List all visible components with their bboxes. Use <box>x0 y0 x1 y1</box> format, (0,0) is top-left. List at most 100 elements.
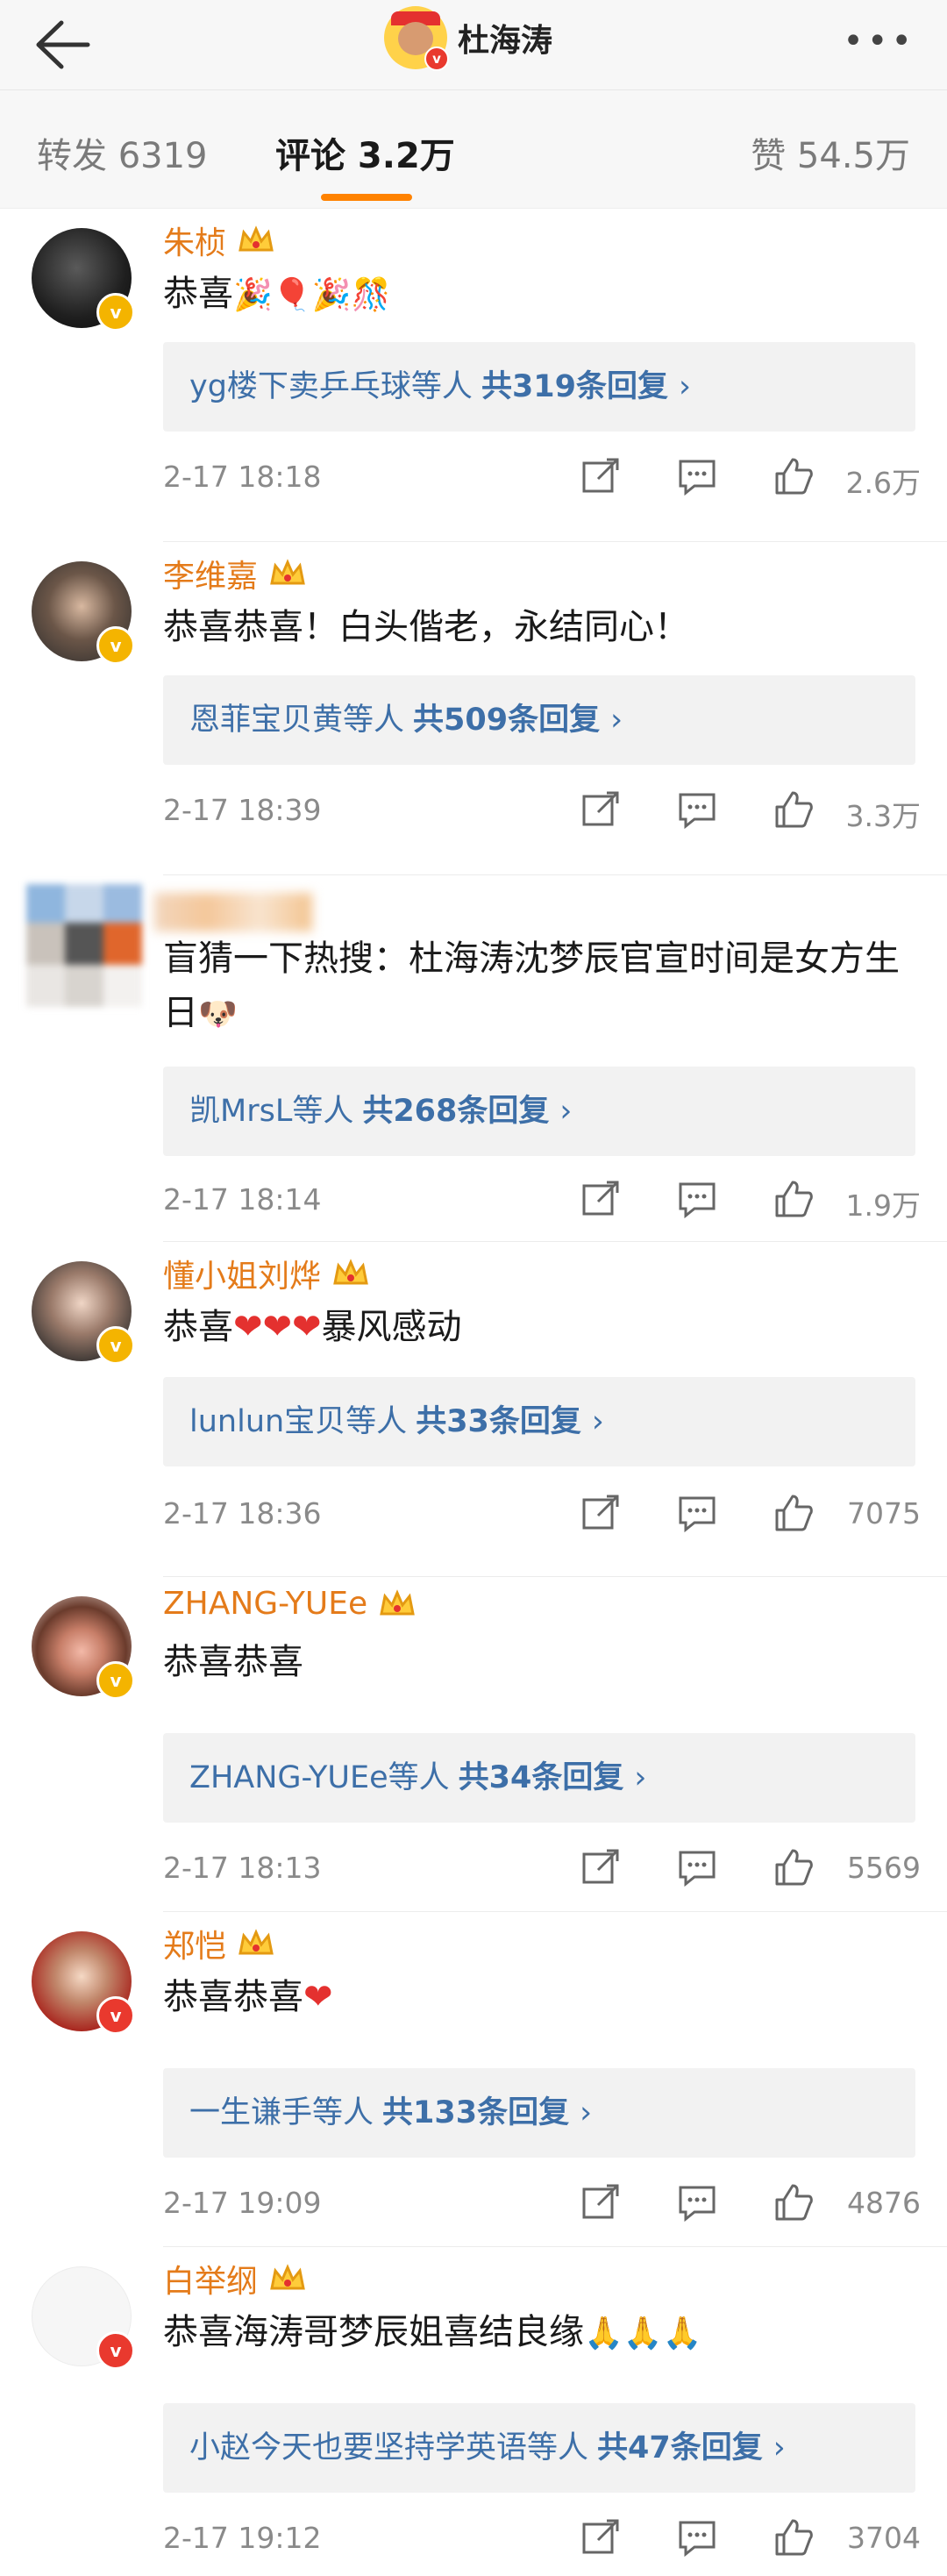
like-icon[interactable] <box>772 1845 815 1889</box>
reply-preview[interactable]: lunlun宝贝等人 共33条回复 › <box>163 1377 915 1466</box>
chevron-right-icon: › <box>591 1404 604 1439</box>
crown-icon <box>270 2264 305 2290</box>
repost-icon[interactable] <box>579 2515 623 2559</box>
avatar[interactable] <box>26 884 142 1007</box>
comment-item: 盲猜一下热搜：杜海涛沈梦辰官宣时间是女方生日🐶 凯MrsL等人 共268条回复 › … <box>0 875 947 1242</box>
like-icon[interactable] <box>772 788 815 831</box>
crown-icon <box>239 225 274 252</box>
verified-icon: v <box>96 626 135 665</box>
page-title[interactable]: v 杜海涛 <box>384 6 553 71</box>
timestamp: 2-17 19:12 <box>163 2521 322 2555</box>
chevron-right-icon: › <box>610 703 623 738</box>
username-text: 白举纲 <box>163 2264 259 2300</box>
heart-icon: ❤❤❤ <box>233 1307 322 1347</box>
emoji: 🎉🎈🎉🎊 <box>233 277 391 313</box>
title-text: 杜海涛 <box>458 23 553 59</box>
verified-icon: v <box>96 1661 135 1700</box>
tab-reposts[interactable]: 转发 6319 <box>37 127 208 178</box>
timestamp: 2-17 18:14 <box>163 1182 322 1217</box>
comment-item: v 郑恺 恭喜恭喜❤ 一生谦手等人 共133条回复 › 2-17 19:09 487… <box>0 1912 947 2247</box>
reply-preview[interactable]: yg楼下卖乒乓球等人 共319条回复 › <box>163 342 915 432</box>
like-icon[interactable] <box>772 2180 815 2224</box>
username-text: 懂小姐刘烨 <box>163 1259 322 1295</box>
comment-item: v 李维嘉 恭喜恭喜！白头偕老，永结同心！ 恩菲宝贝黄等人 共509条回复 › 2-… <box>0 542 947 875</box>
comment-icon[interactable] <box>675 1845 719 1889</box>
repost-icon[interactable] <box>579 1177 623 1221</box>
timestamp: 2-17 18:18 <box>163 460 322 494</box>
crown-icon <box>333 1259 368 1285</box>
back-arrow-icon[interactable] <box>26 14 91 75</box>
reply-preview[interactable]: 小赵今天也要坚持学英语等人 共47条回复 › <box>163 2403 915 2493</box>
comment-icon[interactable] <box>675 1177 719 1221</box>
tab-bar: 转发 6319 评论 3.2万 赞 54.5万 <box>0 90 947 209</box>
reply-preview[interactable]: 一生谦手等人 共133条回复 › <box>163 2068 915 2158</box>
like-count: 3.3万 <box>845 799 921 833</box>
chevron-right-icon: › <box>580 2095 593 2130</box>
repost-icon[interactable] <box>579 2180 623 2224</box>
username[interactable]: 李维嘉 <box>163 551 307 596</box>
timestamp: 2-17 18:36 <box>163 1496 322 1531</box>
like-icon[interactable] <box>772 1177 815 1221</box>
comment-icon[interactable] <box>675 2515 719 2559</box>
repost-icon[interactable] <box>579 788 623 831</box>
comment-text: 恭喜🎉🎈🎉🎊 <box>163 274 391 314</box>
reply-preview[interactable]: ZHANG-YUEe等人 共34条回复 › <box>163 1733 915 1823</box>
chevron-right-icon: › <box>634 1760 647 1795</box>
action-row: 4876 <box>579 2180 921 2233</box>
repost-icon[interactable] <box>579 1845 623 1889</box>
praying-hands-icon: 🙏🙏🙏 <box>584 2316 702 2351</box>
username[interactable]: 郑恺 <box>163 1921 275 1966</box>
username[interactable]: 白举纲 <box>163 2256 307 2301</box>
username[interactable] <box>154 893 312 931</box>
like-icon[interactable] <box>772 2515 815 2559</box>
comment-text: 盲猜一下热搜：杜海涛沈梦辰官宣时间是女方生日🐶 <box>163 938 900 1033</box>
like-count: 7075 <box>847 1496 921 1531</box>
top-bar: v 杜海涛 ••• <box>0 0 947 90</box>
like-icon[interactable] <box>772 454 815 498</box>
like-count: 1.9万 <box>845 1188 921 1223</box>
like-icon[interactable] <box>772 1491 815 1535</box>
comment-text: 恭喜恭喜❤ <box>163 1977 333 2017</box>
username-text: ZHANG-YUEe <box>163 1586 368 1622</box>
action-row: 5569 <box>579 1845 921 1898</box>
username-text: 郑恺 <box>163 1929 227 1965</box>
comment-icon[interactable] <box>675 1491 719 1535</box>
active-tab-indicator <box>321 194 412 201</box>
chevron-right-icon: › <box>773 2430 786 2465</box>
action-row: 1.9万 <box>579 1177 921 1230</box>
like-count: 3704 <box>847 2521 921 2555</box>
username-text: 朱桢 <box>163 225 227 261</box>
comment-icon[interactable] <box>675 2180 719 2224</box>
comment-item: v 懂小姐刘烨 恭喜❤❤❤暴风感动 lunlun宝贝等人 共33条回复 › 2-17… <box>0 1242 947 1577</box>
verified-icon: v <box>96 1996 135 2035</box>
crown-icon <box>380 1588 415 1615</box>
comment-item: v ZHANG-YUEe 恭喜恭喜 ZHANG-YUEe等人 共34条回复 › 2-… <box>0 1577 947 1912</box>
tab-comments[interactable]: 评论 3.2万 <box>275 127 455 178</box>
comment-icon[interactable] <box>675 454 719 498</box>
crown-icon <box>239 1929 274 1955</box>
reply-preview[interactable]: 凯MrsL等人 共268条回复 › <box>163 1067 915 1156</box>
like-count: 4876 <box>847 2186 921 2220</box>
username[interactable]: ZHANG-YUEe <box>163 1586 417 1622</box>
comment-text: 恭喜❤❤❤暴风感动 <box>163 1307 462 1347</box>
verified-icon: v <box>424 46 449 71</box>
username-text: 李维嘉 <box>163 559 259 595</box>
comment-item: v 白举纲 恭喜海涛哥梦辰姐喜结良缘🙏🙏🙏 小赵今天也要坚持学英语等人 共47条回… <box>0 2247 947 2576</box>
action-row: 2.6万 <box>579 454 921 507</box>
tab-likes[interactable]: 赞 54.5万 <box>751 127 910 178</box>
verified-icon: v <box>96 293 135 332</box>
repost-icon[interactable] <box>579 1491 623 1535</box>
username[interactable]: 懂小姐刘烨 <box>163 1251 370 1296</box>
reply-preview[interactable]: 恩菲宝贝黄等人 共509条回复 › <box>163 675 915 765</box>
repost-icon[interactable] <box>579 454 623 498</box>
like-count: 2.6万 <box>845 466 921 500</box>
dog-emoji: 🐶 <box>198 996 238 1032</box>
action-row: 7075 <box>579 1491 921 1544</box>
comment-icon[interactable] <box>675 788 719 831</box>
timestamp: 2-17 18:39 <box>163 793 322 827</box>
comment-text: 恭喜海涛哥梦辰姐喜结良缘🙏🙏🙏 <box>163 2312 702 2352</box>
avatar[interactable]: v <box>384 6 449 71</box>
comment-text: 恭喜恭喜！白头偕老，永结同心！ <box>163 607 689 647</box>
username[interactable]: 朱桢 <box>163 218 275 263</box>
more-dots-icon[interactable]: ••• <box>843 21 915 61</box>
